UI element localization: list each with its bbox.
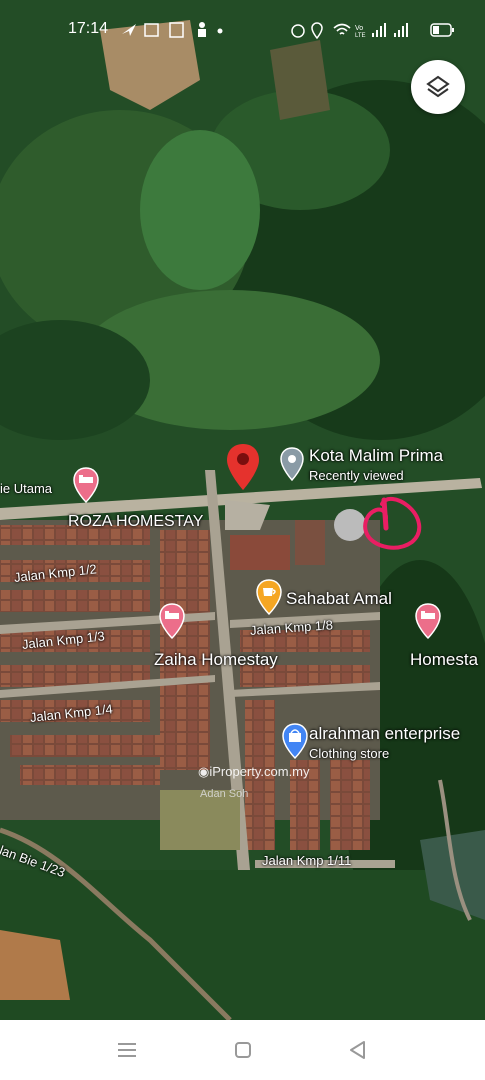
wifi-icon [333,23,351,35]
hotel-pin-icon[interactable] [158,602,186,640]
street-label-jalan-kmp-1-11: Jalan Kmp 1/11 [262,853,352,868]
watermark-site-text: iProperty.com.my [209,764,310,779]
hotel-pin-icon[interactable] [72,466,100,504]
location-pin-icon[interactable] [225,442,261,492]
battery-icon [430,23,454,37]
person-icon [199,22,205,28]
recent-place-pin-icon[interactable] [279,446,305,482]
place-name-alrahman-enterprise[interactable]: alrahman enterprise [309,724,460,744]
status-left-icons [122,22,223,38]
place-subtitle-kota-malim-prima: Recently viewed [309,468,404,483]
satellite-map[interactable]: 17:14 Vo LTE Kota Malim Prima Recently v… [0,0,485,1020]
calendar-icon [169,22,184,38]
shopping-pin-icon[interactable] [281,722,309,760]
place-subtitle-alrahman-enterprise: Clothing store [309,746,390,761]
place-name-zaiha-homestay[interactable]: Zaiha Homestay [154,650,278,670]
place-name-roza-homestay[interactable]: ROZA HOMESTAY [68,513,203,531]
alarm-icon [291,24,305,38]
navigation-arrow-icon [122,24,136,36]
cafe-pin-icon[interactable] [255,578,283,616]
signal-icon [372,23,386,37]
place-name-sahabat-amal[interactable]: Sahabat Amal [286,589,392,609]
volte-icon: Vo [355,25,363,32]
watermark-site: ◉iProperty.com.my [198,764,310,779]
back-icon[interactable] [346,1038,370,1062]
street-label-bie-utama: ie Utama [0,481,53,496]
place-name-kota-malim-prima[interactable]: Kota Malim Prima [309,446,443,466]
image-icon [144,23,159,37]
dot-icon [217,28,223,34]
watermark-author: Adan Soh [200,788,249,800]
signal-icon [394,23,408,37]
layers-button[interactable] [411,60,465,114]
clock: 17:14 [68,20,109,37]
hand-drawn-annotation [363,497,422,550]
place-name-homestay[interactable]: Homesta [410,650,478,670]
svg-text:LTE: LTE [355,33,366,39]
location-icon [311,22,323,40]
hotel-pin-icon[interactable] [414,602,442,640]
status-bar: 17:14 Vo LTE [0,0,485,44]
status-right-icons: Vo LTE [291,22,454,40]
menu-icon[interactable] [115,1038,139,1062]
layers-icon [426,75,450,98]
home-icon[interactable] [231,1038,255,1062]
system-nav-bar [0,1020,485,1080]
